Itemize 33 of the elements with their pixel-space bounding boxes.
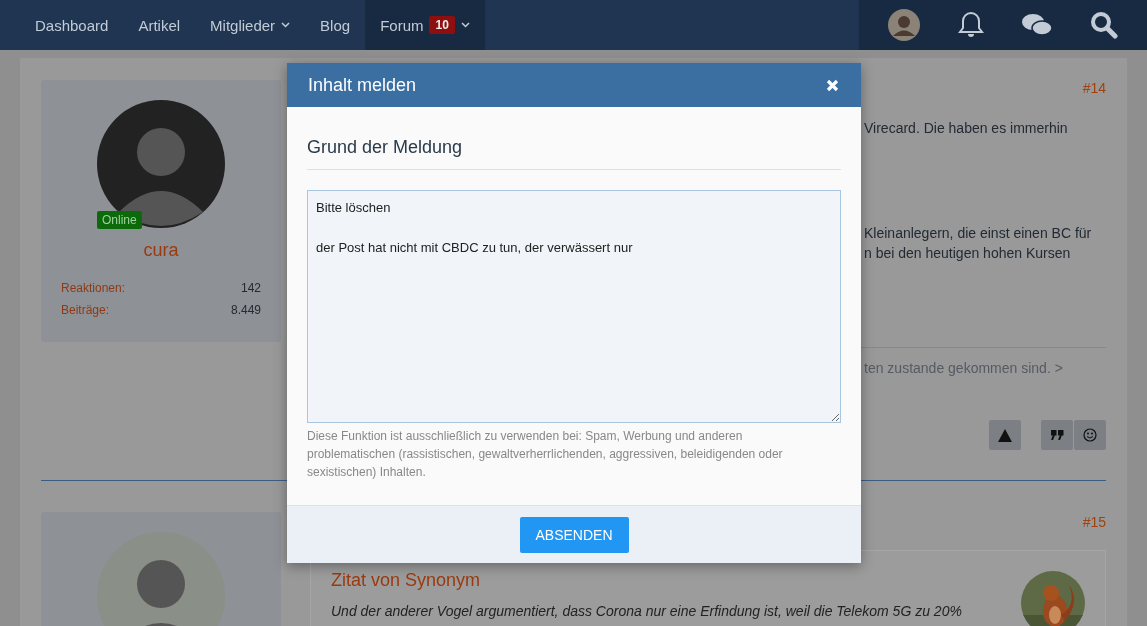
signature-text: ten zustande gekommen sind. > — [864, 360, 1063, 376]
section-heading: Grund der Meldung — [307, 137, 841, 170]
search-icon[interactable] — [1090, 11, 1118, 39]
quote-text: Und der anderer Vogel argumentiert, dass Corona nur eine Erfindung ist, weil die Telekom 5G zu 20% — [331, 603, 962, 619]
quote-icon — [1050, 430, 1064, 440]
stat-value: 142 — [240, 281, 261, 295]
chat-icon[interactable] — [1022, 13, 1052, 37]
post-text: Kleinanlegern, die einst einen BC für — [864, 224, 1092, 243]
smiley-icon — [1083, 428, 1097, 442]
stat-label: Beiträge: — [61, 303, 110, 317]
online-badge: Online — [97, 211, 142, 229]
nav-item[interactable]: Dashboard — [20, 0, 124, 50]
count-badge: 10 — [429, 16, 455, 34]
nav-item[interactable]: Artikel — [123, 0, 196, 50]
nav-item[interactable]: Forum 10 — [365, 0, 485, 50]
quote-button[interactable] — [1041, 420, 1073, 450]
chevron-down-icon — [460, 22, 470, 28]
help-text: Diese Funktion ist ausschließlich zu verwenden bei: Spam, Werbung und anderen problematischen (rassistischen, gewaltverherrlichenden, aggressiven, beleidigenden oder sexistischen) Inhalten. — [307, 428, 784, 481]
report-button[interactable] — [989, 420, 1021, 450]
nav-item[interactable]: Mitglieder — [195, 0, 306, 50]
bell-icon[interactable] — [958, 11, 984, 39]
reaction-button[interactable] — [1074, 420, 1106, 450]
post-text: n bei den heutigen hohen Kursen — [864, 244, 1071, 263]
stat-label: Reaktionen: — [61, 281, 126, 295]
post-text: Virecard. Die haben es immerhin — [864, 119, 1068, 138]
chevron-down-icon — [281, 22, 291, 28]
user-avatar[interactable] — [888, 9, 920, 41]
stat-value: 8.449 — [230, 303, 261, 317]
warning-icon — [998, 428, 1012, 442]
dialog-title: Inhalt melden — [308, 74, 417, 96]
reason-field[interactable]: Bitte löschen der Post hat nicht mit CBDC zu tun, der verwässert nur — [307, 190, 841, 423]
close-icon[interactable] — [826, 78, 839, 92]
nav-item[interactable]: Blog — [305, 0, 366, 50]
